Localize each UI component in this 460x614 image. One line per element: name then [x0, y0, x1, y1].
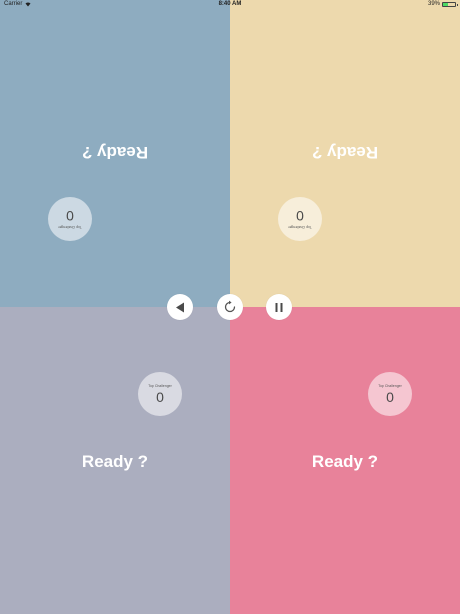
battery-icon [442, 1, 458, 7]
player-zone-top-right[interactable]: Ready ? Top Challenger 0 [230, 0, 460, 307]
score-value: 0 [296, 208, 304, 225]
game-screen: Carrier 8:40 AM 39% Ready ? Top Challeng… [0, 0, 460, 614]
score-badge: Top Challenger 0 [368, 372, 412, 416]
refresh-icon [224, 300, 236, 313]
score-badge: Top Challenger 0 [278, 197, 322, 241]
status-right: 39% [427, 1, 458, 7]
score-label: Top Challenger [58, 225, 82, 230]
status-time: 8:40 AM [218, 1, 242, 7]
status-bar: Carrier 8:40 AM 39% [0, 0, 460, 10]
ready-prompt[interactable]: Ready ? [0, 452, 230, 472]
score-value: 0 [66, 208, 74, 225]
ready-prompt[interactable]: Ready ? [0, 142, 230, 162]
play-back-icon [176, 302, 184, 312]
player-zone-bottom-left[interactable]: Top Challenger 0 Ready ? [0, 307, 230, 614]
reset-button[interactable] [217, 294, 243, 320]
ready-prompt[interactable]: Ready ? [230, 452, 460, 472]
battery-percent: 39% [427, 1, 440, 7]
score-value: 0 [386, 388, 394, 405]
score-badge: Top Challenger 0 [138, 372, 182, 416]
player-zone-bottom-right[interactable]: Top Challenger 0 Ready ? [230, 307, 460, 614]
score-badge: Top Challenger 0 [48, 197, 92, 241]
pause-icon [275, 302, 283, 312]
back-button[interactable] [167, 294, 193, 320]
pause-button[interactable] [266, 294, 292, 320]
battery-fill [443, 2, 448, 6]
score-label: Top Challenger [288, 225, 312, 230]
score-value: 0 [156, 388, 164, 405]
ready-prompt[interactable]: Ready ? [230, 142, 460, 162]
player-zone-top-left[interactable]: Ready ? Top Challenger 0 [0, 0, 230, 307]
